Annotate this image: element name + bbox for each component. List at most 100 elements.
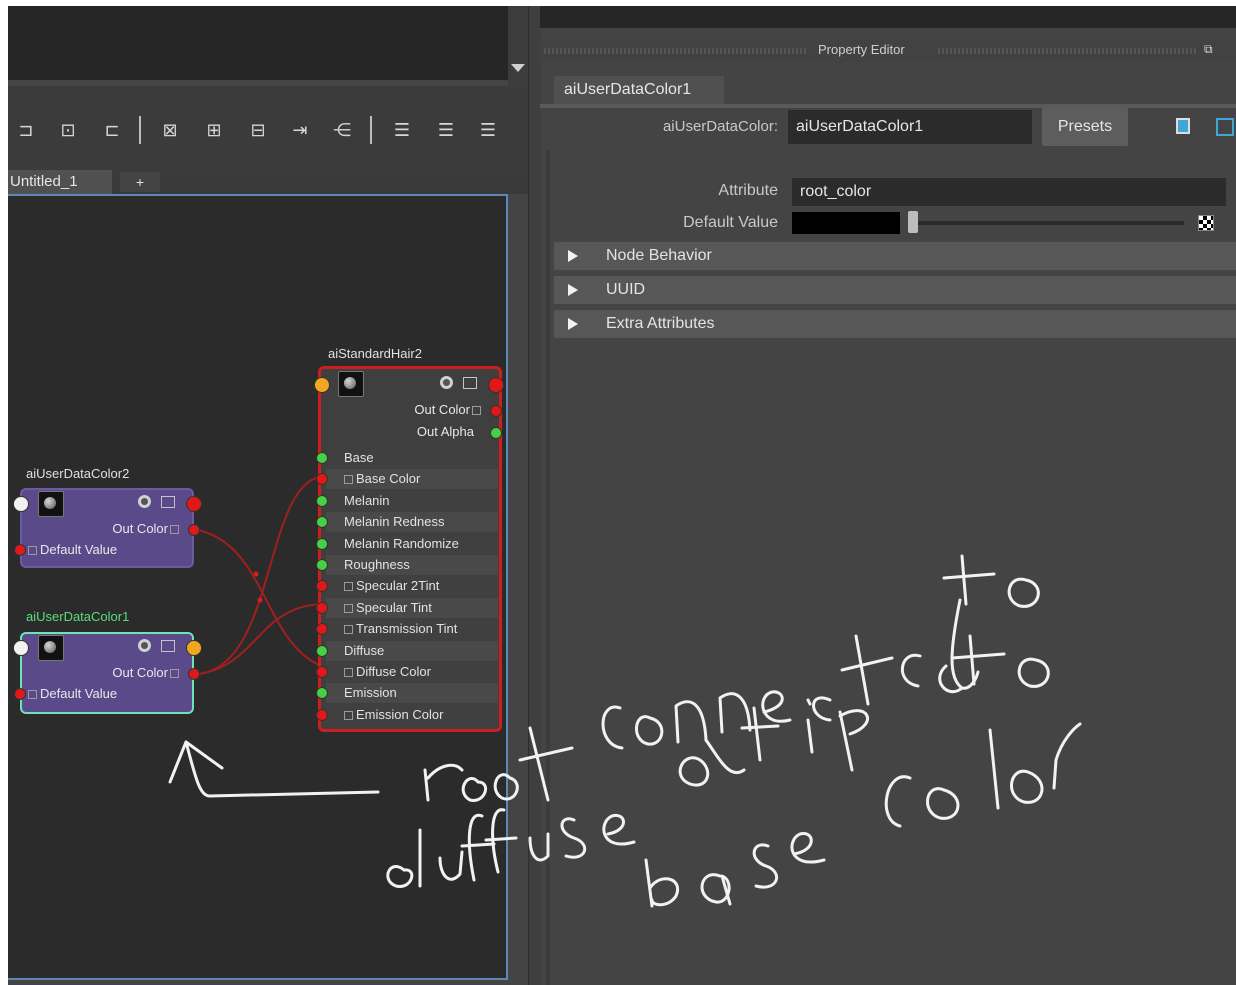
input-connections-icon[interactable]: ⊐ — [14, 119, 38, 141]
hair-input-label: Melanin Randomize — [344, 536, 459, 551]
viewport-dark-area — [8, 6, 508, 80]
node-color2-output-port[interactable] — [186, 496, 202, 512]
settings-icon[interactable] — [440, 376, 453, 389]
property-editor-top-bar — [540, 6, 1236, 28]
hair-input-port[interactable] — [316, 709, 328, 721]
list-icon[interactable] — [463, 377, 477, 389]
node-hair-output-port[interactable] — [488, 377, 504, 393]
node-color1-output-port[interactable] — [186, 640, 202, 656]
tab-untitled-1[interactable]: Untitled_1 — [8, 170, 112, 194]
graph-upstream-icon[interactable]: ⋲ — [330, 119, 354, 141]
hair-input-port[interactable] — [316, 559, 328, 571]
hair-input-label: Base — [344, 450, 374, 465]
hair-input-row[interactable]: Melanin Randomize — [326, 534, 498, 554]
settings-icon[interactable] — [138, 639, 151, 652]
list-icon[interactable] — [161, 496, 175, 508]
node-type-label: aiUserDataColor: — [662, 118, 778, 135]
property-editor-title: Property Editor — [818, 42, 905, 57]
hair-input-row[interactable]: Specular Tint — [326, 598, 498, 618]
app-window: ⊐ ⊡ ⊏ ⊠ ⊞ ⊟ ⇥ ⋲ ☰ ☰ ☰ Untitled_1 + aiUse… — [8, 6, 1236, 985]
hair-input-row[interactable]: Diffuse — [326, 641, 498, 661]
hair-input-port[interactable] — [316, 687, 328, 699]
section-label: Extra Attributes — [606, 315, 715, 332]
expand-compound-icon — [344, 604, 353, 613]
simple-mode-icon[interactable]: ☰ — [390, 119, 414, 141]
node-name-field[interactable] — [788, 110, 1032, 144]
node-color1-input-port[interactable] — [13, 640, 29, 656]
node-title-color1: aiUserDataColor1 — [26, 609, 130, 624]
copy-tab-icon[interactable] — [1216, 118, 1234, 136]
port-label-out-color: Out Color — [338, 402, 484, 417]
hair-input-port[interactable] — [316, 645, 328, 657]
hair-input-row[interactable]: Melanin — [326, 491, 498, 511]
hair-input-port[interactable] — [316, 538, 328, 550]
hair-input-row[interactable]: Melanin Redness — [326, 512, 498, 532]
connected-mode-icon[interactable]: ☰ — [434, 119, 458, 141]
remove-selected-icon[interactable]: ⊟ — [246, 119, 270, 141]
expand-triangle-icon — [568, 250, 578, 262]
hair-input-label: Transmission Tint — [356, 621, 458, 636]
section-extra-attributes[interactable]: Extra Attributes — [554, 310, 1236, 338]
node-title-color2: aiUserDataColor2 — [26, 466, 130, 481]
node-hair-input-port[interactable] — [314, 377, 330, 393]
settings-icon[interactable] — [138, 495, 151, 508]
port-out-color[interactable] — [490, 405, 502, 417]
hair-input-row[interactable]: Emission — [326, 683, 498, 703]
list-icon[interactable] — [161, 640, 175, 652]
port-label-out-alpha: Out Alpha — [416, 424, 474, 439]
port-out-color[interactable] — [188, 668, 200, 680]
attribute-field[interactable] — [792, 178, 1226, 206]
presets-button[interactable]: Presets — [1042, 108, 1128, 146]
port-label-out-color: Out Color — [68, 521, 182, 536]
hair-input-port[interactable] — [316, 580, 328, 592]
output-connections-icon[interactable]: ⊏ — [100, 119, 124, 141]
hair-input-port[interactable] — [316, 495, 328, 507]
hair-input-port[interactable] — [316, 623, 328, 635]
panel-corner — [508, 6, 530, 86]
shader-ball-icon — [338, 371, 364, 397]
frame-selected-icon[interactable]: ⊠ — [158, 119, 182, 141]
hair-input-row[interactable]: Roughness — [326, 555, 498, 575]
hair-input-label: Melanin — [344, 493, 390, 508]
default-value-slider-track[interactable] — [908, 221, 1184, 225]
node-color2-input-port[interactable] — [13, 496, 29, 512]
hair-input-row[interactable]: Specular 2Tint — [326, 576, 498, 596]
full-mode-icon[interactable]: ☰ — [476, 119, 500, 141]
port-out-color[interactable] — [188, 524, 200, 536]
hair-input-row[interactable]: Emission Color — [326, 705, 498, 725]
map-button-icon[interactable] — [1198, 215, 1214, 231]
section-uuid[interactable]: UUID — [554, 276, 1236, 304]
shader-ball-icon — [38, 491, 64, 517]
panel-splitter[interactable] — [528, 6, 541, 985]
float-window-icon[interactable]: ⧉ — [1204, 42, 1220, 56]
hair-input-row[interactable]: Base — [326, 448, 498, 468]
add-tab-button[interactable]: + — [120, 172, 160, 192]
port-default-value[interactable] — [14, 544, 26, 556]
layout-icon[interactable]: ⇥ — [288, 119, 312, 141]
chevron-down-icon[interactable] — [511, 64, 525, 72]
shader-ball-icon — [38, 635, 64, 661]
hair-input-row[interactable]: Diffuse Color — [326, 662, 498, 682]
port-out-alpha[interactable] — [490, 427, 502, 439]
show-icon[interactable] — [1176, 118, 1190, 134]
hair-input-label: Emission — [344, 685, 397, 700]
port-default-value[interactable] — [14, 688, 26, 700]
port-label-out-color: Out Color — [68, 665, 182, 680]
port-label-default-value: Default Value — [28, 542, 117, 557]
hair-input-port[interactable] — [316, 452, 328, 464]
hair-input-port[interactable] — [316, 516, 328, 528]
hair-input-port[interactable] — [316, 602, 328, 614]
section-node-behavior[interactable]: Node Behavior — [554, 242, 1236, 270]
hair-input-row[interactable]: Base Color — [326, 469, 498, 489]
hair-input-row[interactable]: Transmission Tint — [326, 619, 498, 639]
hair-input-label: Melanin Redness — [344, 514, 445, 529]
hair-input-label: Roughness — [344, 557, 410, 572]
port-label-default-value: Default Value — [28, 686, 117, 701]
hair-input-port[interactable] — [316, 666, 328, 678]
hair-input-port[interactable] — [316, 473, 328, 485]
add-selected-icon[interactable]: ⊞ — [202, 119, 226, 141]
input-output-connections-icon[interactable]: ⊡ — [56, 119, 80, 141]
tab-ai-user-data-color1[interactable]: aiUserDataColor1 — [554, 76, 724, 104]
default-value-swatch[interactable] — [792, 212, 900, 234]
default-value-slider-handle[interactable] — [908, 211, 918, 233]
